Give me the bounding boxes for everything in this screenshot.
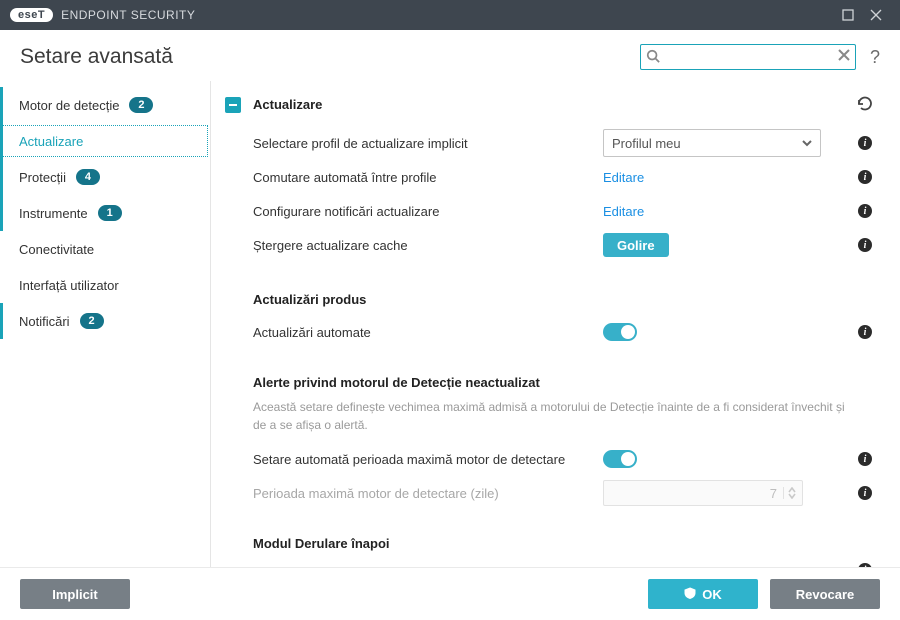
info-icon[interactable]: i xyxy=(848,325,872,339)
search-wrap xyxy=(640,44,856,70)
clear-cache-button[interactable]: Golire xyxy=(603,233,669,257)
header: Setare avansată ? xyxy=(0,30,900,81)
sidebar-item-label: Actualizare xyxy=(19,134,83,149)
shield-icon xyxy=(684,587,696,602)
section-head-update: Actualizare xyxy=(225,95,872,114)
profile-select[interactable]: Profilul meu xyxy=(603,129,821,157)
info-icon[interactable]: i xyxy=(848,170,872,184)
info-icon[interactable]: i xyxy=(848,136,872,150)
brand-product: ENDPOINT SECURITY xyxy=(61,8,195,22)
sidebar-item-label: Notificări xyxy=(19,314,70,329)
row-auto-updates: Actualizări automate i xyxy=(225,315,872,349)
row-select-profile: Selectare profil de actualizare implicit… xyxy=(225,126,872,160)
sidebar-item-label: Motor de detecție xyxy=(19,98,119,113)
sidebar-item-protections[interactable]: Protecții 4 xyxy=(0,159,210,195)
body: Motor de detecție 2 Actualizare Protecți… xyxy=(0,81,900,567)
edit-link[interactable]: Editare xyxy=(603,204,644,219)
toggle-auto-updates[interactable] xyxy=(603,323,637,341)
select-value: Profilul meu xyxy=(612,136,681,151)
label: Comutare automată între profile xyxy=(253,170,603,185)
subheading-product-updates: Actualizări produs xyxy=(253,292,872,307)
sidebar-item-label: Conectivitate xyxy=(19,242,94,257)
row-auto-switch: Comutare automată între profile Editare … xyxy=(225,160,872,194)
row-auto-max-age: Setare automată perioada maximă motor de… xyxy=(225,442,872,476)
search-input[interactable] xyxy=(640,44,856,70)
label: Actualizări automate xyxy=(253,325,603,340)
main: Actualizare Selectare profil de actualiz… xyxy=(211,81,900,567)
sidebar-badge: 1 xyxy=(98,205,122,221)
sidebar-item-label: Instrumente xyxy=(19,206,88,221)
help-icon[interactable]: ? xyxy=(870,47,880,68)
cancel-button[interactable]: Revocare xyxy=(770,579,880,609)
label: Selectare profil de actualizare implicit xyxy=(253,136,603,151)
info-icon[interactable]: i xyxy=(848,238,872,252)
search-icon xyxy=(646,49,660,66)
max-age-days-input: 7 xyxy=(603,480,803,506)
page-title: Setare avansată xyxy=(20,45,173,69)
sidebar-item-update[interactable]: Actualizare xyxy=(0,123,210,159)
sidebar-item-detection-engine[interactable]: Motor de detecție 2 xyxy=(0,87,210,123)
sidebar-badge: 2 xyxy=(80,313,104,329)
brand-pill: eseT xyxy=(10,8,53,22)
sidebar-item-ui[interactable]: Interfață utilizator xyxy=(0,267,210,303)
info-icon[interactable]: i xyxy=(848,204,872,218)
window-close-button[interactable] xyxy=(862,1,890,29)
alerts-description: Această setare definește vechimea maximă… xyxy=(225,398,853,442)
label: Ștergere actualizare cache xyxy=(253,238,603,253)
info-icon[interactable]: i xyxy=(848,452,872,466)
sidebar-item-label: Interfață utilizator xyxy=(19,278,119,293)
sidebar-item-notifications[interactable]: Notificări 2 xyxy=(0,303,210,339)
input-value: 7 xyxy=(770,486,777,501)
label: Setare automată perioada maximă motor de… xyxy=(253,452,603,467)
default-button[interactable]: Implicit xyxy=(20,579,130,609)
sidebar: Motor de detecție 2 Actualizare Protecți… xyxy=(0,81,211,567)
sidebar-item-connectivity[interactable]: Conectivitate xyxy=(0,231,210,267)
subheading-alerts: Alerte privind motorul de Detecție neact… xyxy=(253,375,872,390)
sidebar-badge: 2 xyxy=(129,97,153,113)
info-icon[interactable]: i xyxy=(848,563,872,567)
info-icon[interactable]: i xyxy=(848,486,872,500)
clear-search-icon[interactable] xyxy=(838,49,850,64)
sidebar-item-label: Protecții xyxy=(19,170,66,185)
collapse-icon[interactable] xyxy=(225,97,241,113)
section-title: Actualizare xyxy=(253,97,322,112)
chevron-down-icon xyxy=(788,493,796,499)
toggle-auto-max-age[interactable] xyxy=(603,450,637,468)
subheading-rollback: Modul Derulare înapoi xyxy=(253,536,872,551)
ok-button[interactable]: OK xyxy=(648,579,758,609)
sidebar-item-tools[interactable]: Instrumente 1 xyxy=(0,195,210,231)
window-maximize-button[interactable] xyxy=(834,1,862,29)
chevron-down-icon xyxy=(802,138,812,148)
footer: Implicit OK Revocare xyxy=(0,567,900,620)
app-window: eseT ENDPOINT SECURITY Setare avansată ? xyxy=(0,0,900,620)
row-max-age-days: Perioada maximă motor de detectare (zile… xyxy=(225,476,872,510)
row-configure-notifications: Configurare notificări actualizare Edita… xyxy=(225,194,872,228)
main-scroll[interactable]: Actualizare Selectare profil de actualiz… xyxy=(211,81,900,567)
label: Configurare notificări actualizare xyxy=(253,204,603,219)
sidebar-badge: 4 xyxy=(76,169,100,185)
row-clear-cache: Ștergere actualizare cache Golire i xyxy=(225,228,872,262)
row-rollback-info: i xyxy=(225,553,872,567)
stepper xyxy=(783,487,796,499)
titlebar: eseT ENDPOINT SECURITY xyxy=(0,0,900,30)
undo-icon[interactable] xyxy=(856,95,872,114)
label: Perioada maximă motor de detectare (zile… xyxy=(253,486,603,501)
ok-label: OK xyxy=(702,587,722,602)
edit-link[interactable]: Editare xyxy=(603,170,644,185)
